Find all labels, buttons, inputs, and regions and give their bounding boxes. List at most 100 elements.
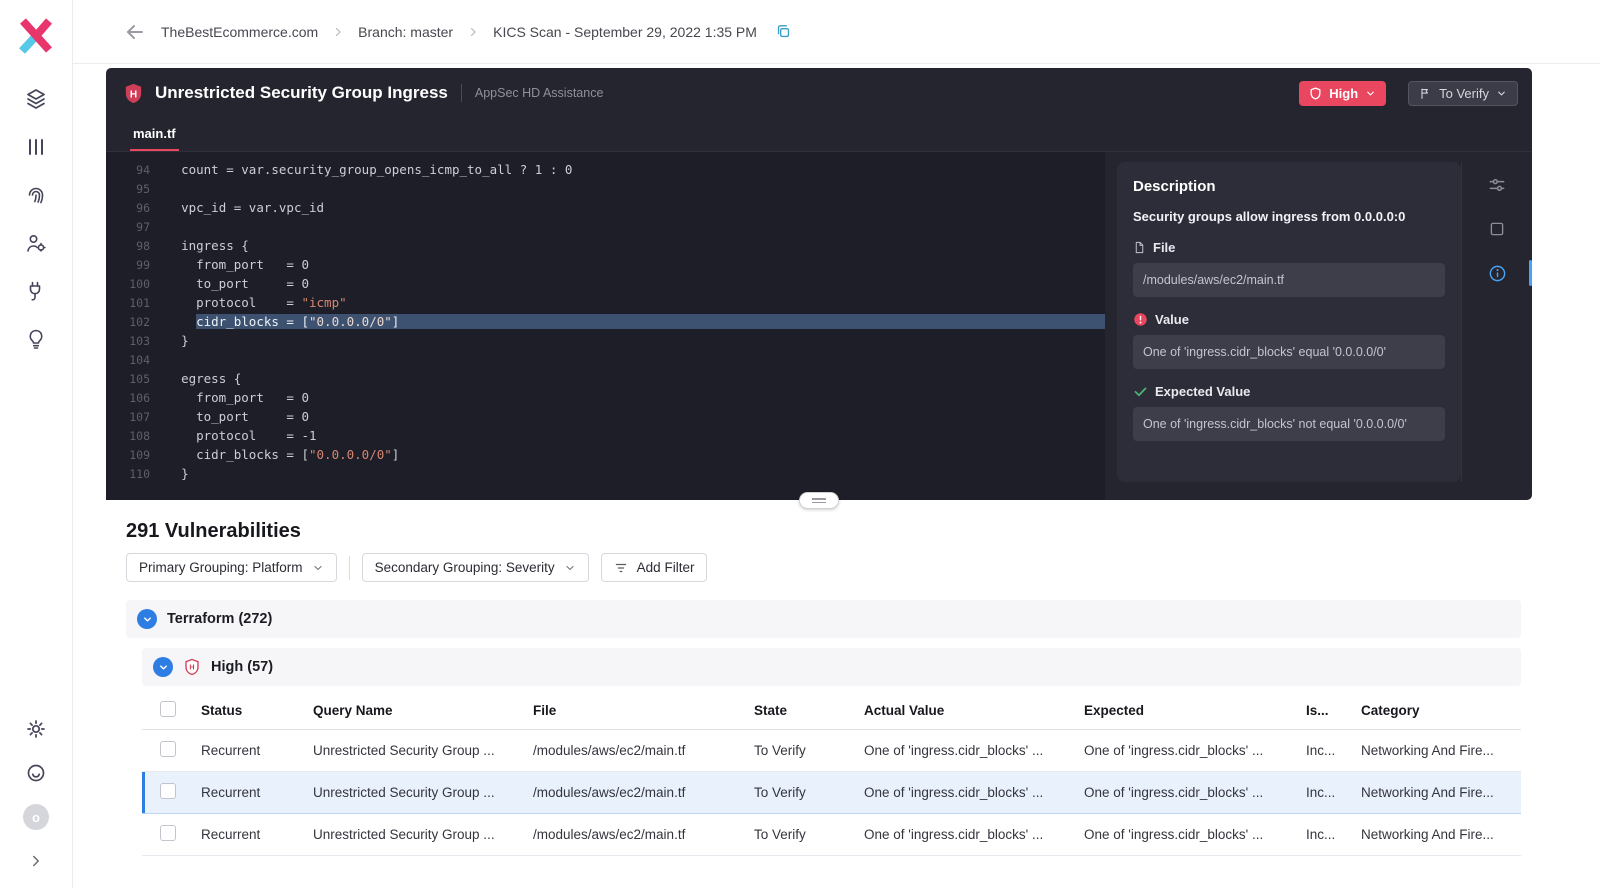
file-label: File (1153, 240, 1176, 255)
remediation-icon[interactable] (1462, 170, 1532, 200)
column-header[interactable]: Category (1361, 703, 1521, 718)
add-filter-button[interactable]: Add Filter (600, 553, 708, 582)
code-text: to_port = 0 (196, 409, 309, 424)
breadcrumb-item-branch[interactable]: Branch: master (358, 24, 453, 40)
svg-text:H: H (130, 89, 137, 100)
line-number: 103 (129, 333, 150, 348)
code-line[interactable]: 106 from_port = 0 (106, 388, 1105, 407)
cell-actual_value: One of 'ingress.cidr_blocks' ... (864, 785, 1044, 800)
row-checkbox[interactable] (160, 783, 176, 799)
vuln-table-body: Recurrent Unrestricted Security Group ...… (142, 730, 1521, 856)
code-line[interactable]: 98 ingress { (106, 236, 1105, 255)
code-line[interactable]: 105 egress { (106, 369, 1105, 388)
line-number: 106 (129, 390, 150, 405)
notes-icon[interactable] (1462, 214, 1532, 244)
line-number: 107 (129, 409, 150, 424)
code-text: protocol = "icmp" (196, 295, 347, 310)
state-dropdown[interactable]: To Verify (1408, 80, 1518, 106)
select-all-checkbox[interactable] (160, 701, 176, 717)
column-header[interactable]: State (754, 703, 864, 718)
chevron-down-icon (566, 565, 574, 570)
breadcrumb-item-scan[interactable]: KICS Scan - September 29, 2022 1:35 PM (493, 24, 757, 40)
column-header[interactable]: Is... (1306, 703, 1361, 718)
collapse-chevron-icon[interactable] (153, 657, 173, 677)
finding-title: Unrestricted Security Group Ingress (155, 83, 448, 102)
cell-file: /modules/aws/ec2/main.tf (533, 743, 686, 758)
code-editor[interactable]: 94 count = var.security_group_opens_icmp… (106, 152, 1105, 500)
row-checkbox[interactable] (160, 825, 176, 841)
line-number: 94 (136, 162, 150, 177)
sidebar-nav-top (23, 86, 49, 352)
sidebar-item-columns[interactable] (23, 134, 49, 160)
table-row[interactable]: Recurrent Unrestricted Security Group ...… (142, 814, 1521, 856)
sidebar-expand-button[interactable] (23, 848, 49, 874)
code-line[interactable]: 96 vpc_id = var.vpc_id (106, 198, 1105, 217)
vulnerabilities-heading: 291 Vulnerabilities (126, 520, 301, 542)
checkmarx-logo[interactable] (16, 16, 56, 56)
row-checkbox[interactable] (160, 741, 176, 757)
cell-state: To Verify (754, 785, 806, 800)
breadcrumb-item-project[interactable]: TheBestEcommerce.com (161, 24, 318, 40)
column-header[interactable]: Status (201, 703, 313, 718)
svg-text:H: H (189, 664, 194, 672)
code-text: cidr_blocks = ["0.0.0.0/0"] (196, 314, 1105, 329)
expected-label-row: Expected Value (1133, 384, 1445, 399)
code-line[interactable]: 103 } (106, 331, 1105, 350)
state-label: To Verify (1439, 85, 1489, 101)
description-title: Description (1133, 178, 1216, 195)
arrow-left-icon (127, 24, 143, 39)
code-line[interactable]: 101 protocol = "icmp" (106, 293, 1105, 312)
cell-status: Recurrent (201, 743, 261, 758)
code-line[interactable]: 110 } (106, 464, 1105, 483)
sidebar-item-settings[interactable] (23, 716, 49, 742)
code-text: to_port = 0 (196, 276, 309, 291)
secondary-grouping-label: Secondary Grouping: Severity (374, 560, 555, 575)
code-line[interactable]: 94 count = var.security_group_opens_icmp… (106, 160, 1105, 179)
column-header[interactable]: Query Name (313, 703, 533, 718)
primary-grouping-dropdown[interactable]: Primary Grouping: Platform (126, 553, 337, 582)
fingerprint-icon (28, 187, 44, 204)
finding-panel: H Unrestricted Security Group Ingress Ap… (106, 68, 1532, 509)
table-row[interactable]: Recurrent Unrestricted Security Group ...… (142, 772, 1521, 814)
user-avatar[interactable]: o (23, 804, 49, 830)
back-button[interactable] (123, 20, 147, 44)
code-line[interactable]: 100 to_port = 0 (106, 274, 1105, 293)
column-header[interactable]: Expected (1084, 703, 1306, 718)
sidebar-item-users[interactable] (23, 230, 49, 256)
user-gear-icon (27, 235, 46, 252)
line-number: 102 (129, 314, 150, 329)
file-path-field[interactable]: /modules/aws/ec2/main.tf (1133, 263, 1445, 298)
platform-group-label: Terraform (272) (167, 611, 273, 627)
sidebar-item-layers[interactable] (23, 86, 49, 112)
code-line[interactable]: 109 cidr_blocks = ["0.0.0.0/0"] (106, 445, 1105, 464)
sidebar-item-integrations[interactable] (23, 278, 49, 304)
column-header[interactable]: File (533, 703, 754, 718)
copy-icon[interactable] (775, 23, 792, 40)
code-line[interactable]: 99 from_port = 0 (106, 255, 1105, 274)
sidebar-item-insights[interactable] (23, 326, 49, 352)
code-line[interactable]: 97 (106, 217, 1105, 236)
high-severity-shield-icon: H (185, 658, 199, 676)
plug-icon (29, 281, 41, 301)
collapse-chevron-icon[interactable] (137, 609, 157, 629)
line-number: 101 (129, 295, 150, 310)
severity-group-row[interactable]: H High (57) (142, 648, 1521, 686)
sidebar-item-fingerprint[interactable] (23, 182, 49, 208)
code-line[interactable]: 107 to_port = 0 (106, 407, 1105, 426)
code-line[interactable]: 95 (106, 179, 1105, 198)
sidebar-item-assistant[interactable] (23, 760, 49, 786)
code-line[interactable]: 108 protocol = -1 (106, 426, 1105, 445)
tab-main-tf[interactable]: main.tf (130, 126, 179, 151)
severity-dropdown[interactable]: High (1299, 80, 1387, 106)
table-row[interactable]: Recurrent Unrestricted Security Group ...… (142, 730, 1521, 772)
platform-group-row[interactable]: Terraform (272) (126, 600, 1521, 638)
secondary-grouping-dropdown[interactable]: Secondary Grouping: Severity (361, 553, 589, 582)
resize-handle[interactable] (799, 492, 839, 509)
code-line[interactable]: 102 cidr_blocks = ["0.0.0.0/0"] (106, 312, 1105, 331)
info-icon[interactable] (1462, 258, 1532, 288)
expected-value-field[interactable]: One of 'ingress.cidr_blocks' not equal '… (1133, 407, 1445, 442)
column-header[interactable]: Actual Value (864, 703, 1084, 718)
actual-value-field[interactable]: One of 'ingress.cidr_blocks' equal '0.0.… (1133, 335, 1445, 370)
code-line[interactable]: 104 (106, 350, 1105, 369)
breadcrumb: TheBestEcommerce.com Branch: master KICS… (73, 0, 1600, 64)
